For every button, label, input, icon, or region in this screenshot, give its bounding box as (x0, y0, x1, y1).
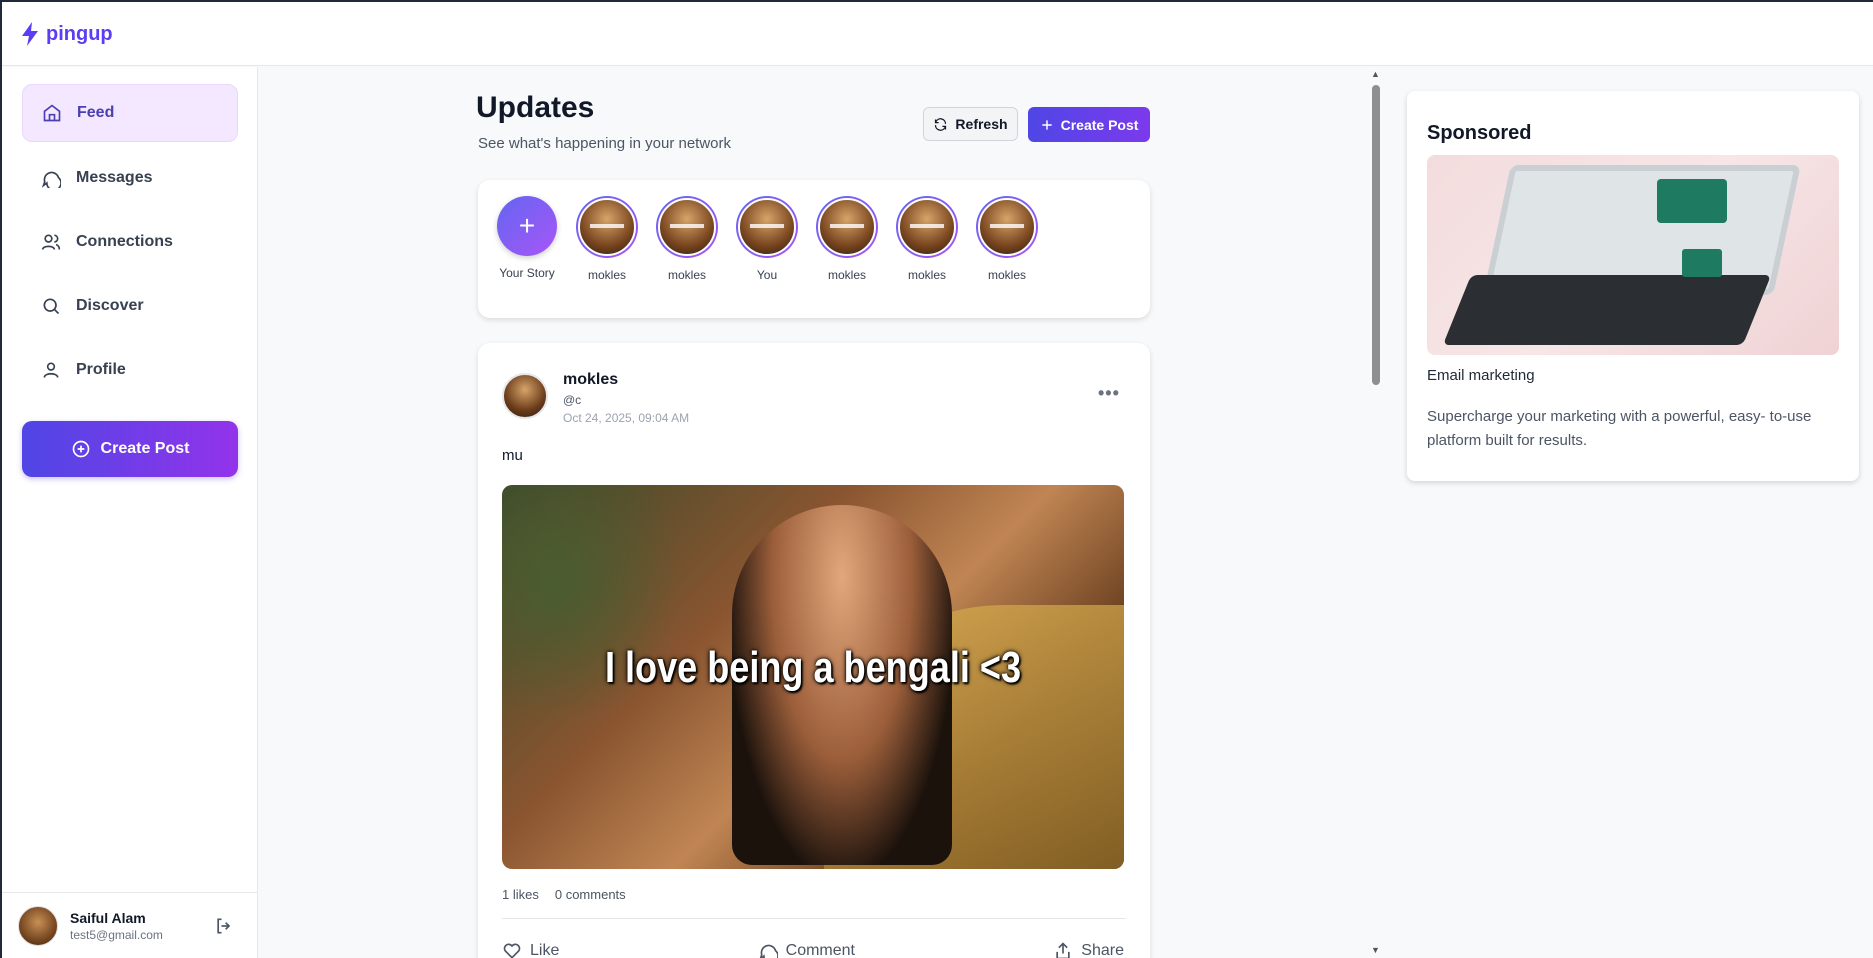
app-name: pingup (46, 22, 113, 45)
story-label: You (756, 268, 778, 282)
page-title: Updates (476, 91, 595, 124)
more-options-icon[interactable]: ••• (1098, 383, 1120, 404)
sidebar-item-label: Discover (76, 297, 144, 314)
post-author-avatar[interactable] (502, 373, 548, 419)
sidebar-item-connections[interactable]: Connections (22, 213, 238, 271)
story-item[interactable]: mokles (972, 196, 1042, 282)
sidebar-item-label: Messages (76, 169, 153, 186)
post-stats: 1 likes 0 comments (502, 887, 626, 902)
sponsored-card[interactable]: Sponsored Email marketing Supercharge yo… (1407, 91, 1859, 481)
sidebar-item-messages[interactable]: Messages (22, 149, 238, 207)
story-add[interactable]: + Your Story (492, 196, 562, 280)
sidebar: Feed Messages Connections Discover Profi… (2, 67, 258, 958)
logout-icon[interactable] (214, 916, 234, 936)
home-icon (41, 102, 63, 124)
story-avatar (818, 198, 876, 256)
story-avatar (658, 198, 716, 256)
user-name: Saiful Alam (70, 909, 146, 926)
comment-icon (759, 944, 778, 958)
create-post-label: Create Post (100, 440, 190, 457)
refresh-button[interactable]: Refresh (923, 107, 1018, 141)
user-icon (40, 359, 62, 381)
story-label: mokles (827, 268, 866, 282)
search-icon (40, 295, 62, 317)
sponsored-image[interactable] (1427, 155, 1839, 355)
story-item[interactable]: You (732, 196, 802, 282)
sponsored-name: Email marketing (1427, 367, 1535, 384)
post-actions: Like Comment Share (502, 941, 1124, 958)
document-icon (1682, 249, 1722, 277)
create-post-button[interactable]: Create Post (1028, 107, 1150, 142)
sidebar-item-label: Connections (76, 233, 173, 250)
refresh-label: Refresh (955, 116, 1008, 132)
story-avatar (898, 198, 956, 256)
post-author-handle: @c (563, 393, 582, 407)
comment-label: Comment (785, 942, 855, 958)
sidebar-item-discover[interactable]: Discover (22, 277, 238, 335)
sidebar-item-label: Feed (77, 104, 115, 121)
story-label: mokles (587, 268, 626, 282)
post-card: mokles @c Oct 24, 2025, 09:04 AM ••• mu … (478, 343, 1150, 958)
plus-icon (1041, 119, 1052, 130)
user-card[interactable]: Saiful Alam test5@gmail.com (2, 892, 257, 958)
page-subtitle: See what's happening in your network (478, 135, 732, 152)
sidebar-create-post-button[interactable]: Create Post (22, 421, 238, 477)
story-label: mokles (987, 268, 1026, 282)
sponsored-heading: Sponsored (1427, 122, 1532, 144)
sidebar-item-feed[interactable]: Feed (22, 84, 238, 142)
message-icon (40, 167, 62, 189)
sidebar-item-profile[interactable]: Profile (22, 341, 238, 399)
post-text: mu (502, 447, 523, 464)
share-button[interactable]: Share (1053, 941, 1124, 958)
main-feed: Updates See what's happening in your net… (260, 67, 1370, 958)
refresh-icon (935, 117, 947, 131)
story-label: Your Story (499, 266, 555, 280)
comment-button[interactable]: Comment (758, 941, 855, 958)
story-avatar (578, 198, 636, 256)
scroll-down-icon[interactable]: ▼ (1371, 945, 1380, 955)
like-button[interactable]: Like (502, 941, 559, 958)
post-author-name[interactable]: mokles (563, 371, 618, 389)
users-icon (40, 231, 62, 253)
user-email: test5@gmail.com (70, 927, 163, 942)
story-item[interactable]: mokles (812, 196, 882, 282)
app-logo[interactable]: pingup (20, 22, 113, 46)
story-item[interactable]: mokles (652, 196, 722, 282)
share-icon (1056, 942, 1070, 958)
plus-circle-icon (72, 440, 89, 458)
story-label: mokles (667, 268, 706, 282)
comments-count: 0 comments (554, 887, 626, 902)
avatar[interactable] (18, 905, 58, 946)
likes-count: 1 likes (502, 887, 539, 902)
stories-bar: + Your Story mokles mokles You mokles mo… (478, 180, 1150, 318)
mail-icon (1657, 179, 1727, 223)
sponsored-description: Supercharge your marketing with a powerf… (1427, 408, 1812, 449)
story-item[interactable]: mokles (572, 196, 642, 282)
divider (502, 918, 1126, 919)
scroll-up-icon[interactable]: ▲ (1371, 69, 1380, 79)
create-post-label: Create Post (1060, 116, 1139, 133)
feed-scrollbar[interactable]: ▲ ▼ (1368, 67, 1382, 958)
sidebar-item-label: Profile (76, 361, 126, 378)
scroll-thumb[interactable] (1372, 85, 1380, 385)
top-bar: pingup (2, 2, 1873, 66)
post-image-caption: I love being a bengali <3 (604, 643, 1022, 692)
story-avatar (738, 198, 796, 256)
plus-icon: + (497, 196, 557, 256)
post-timestamp: Oct 24, 2025, 09:04 AM (563, 411, 690, 425)
like-label: Like (530, 942, 560, 958)
lightning-icon (22, 22, 38, 46)
heart-icon (503, 943, 521, 958)
post-image[interactable]: I love being a bengali <3 (502, 485, 1124, 869)
story-avatar (978, 198, 1036, 256)
story-label: mokles (907, 268, 946, 282)
story-item[interactable]: mokles (892, 196, 962, 282)
share-label: Share (1081, 942, 1124, 958)
